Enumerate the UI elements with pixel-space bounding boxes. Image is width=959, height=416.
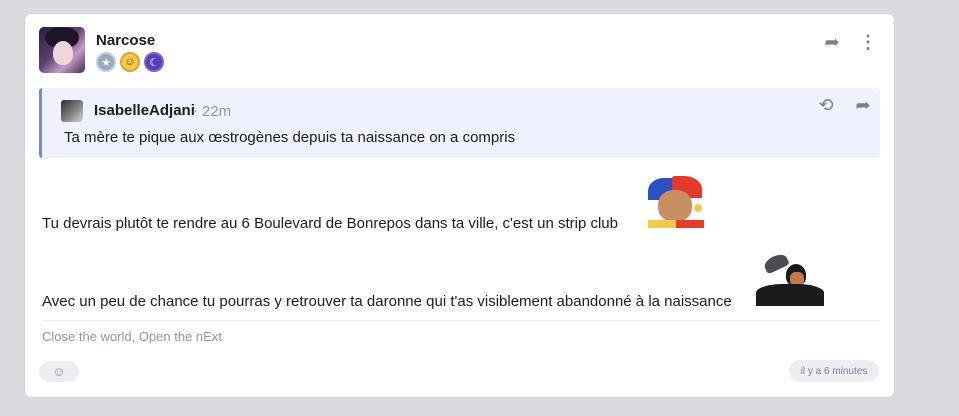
user-signature: Close the world, Open the nExt <box>42 329 222 344</box>
history-icon[interactable]: ⟲ <box>816 95 836 115</box>
star-badge-icon[interactable]: ★ <box>96 52 116 72</box>
author-badges: ★ ☺ ☾ <box>96 52 164 72</box>
add-reaction-button[interactable]: ☺ <box>39 361 79 382</box>
message-line-1: Tu devrais plutôt te rendre au 6 Bouleva… <box>42 215 618 232</box>
jester-bell <box>694 204 702 212</box>
quoted-separator: · <box>193 102 198 119</box>
emoji-icon: ☺ <box>52 364 66 379</box>
moon-badge-icon[interactable]: ☾ <box>144 52 164 72</box>
sticker-body <box>756 284 824 306</box>
message-line-2: Avec un peu de chance tu pourras y retro… <box>42 293 732 310</box>
avatar-face <box>53 41 73 65</box>
share-icon[interactable]: ➦ <box>822 32 842 52</box>
quote-share-icon[interactable]: ➦ <box>853 95 873 115</box>
quoted-time: 22m <box>202 103 232 120</box>
quoted-author-name[interactable]: IsabelleAdjani <box>94 102 195 119</box>
post-card: Narcose ★ ☺ ☾ ➦ ⋮ IsabelleAdjani · 22m ⟲… <box>25 14 894 397</box>
jester-collar-red <box>676 220 704 228</box>
post-timestamp: il y a 6 minutes <box>789 360 879 382</box>
author-name[interactable]: Narcose <box>96 32 155 49</box>
smiley-badge-icon[interactable]: ☺ <box>120 52 140 72</box>
quoted-author-avatar[interactable] <box>61 100 83 122</box>
quoted-text: Ta mère te pique aux œstrogènes depuis t… <box>64 129 516 146</box>
author-avatar[interactable] <box>39 27 85 73</box>
hat-tip-sticker <box>754 254 825 306</box>
jester-sticker <box>646 176 704 228</box>
signature-divider <box>42 320 880 321</box>
jester-face <box>658 190 692 222</box>
more-options-icon[interactable]: ⋮ <box>858 32 878 52</box>
quoted-message: IsabelleAdjani · 22m ⟲ ➦ Ta mère te piqu… <box>39 88 880 158</box>
